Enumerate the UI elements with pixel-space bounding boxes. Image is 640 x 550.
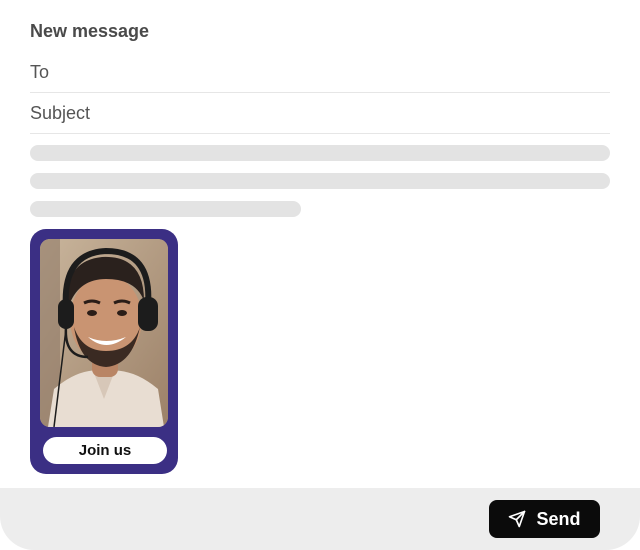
join-us-button[interactable]: Join us <box>43 437 167 464</box>
compose-title: New message <box>30 21 150 41</box>
send-button[interactable]: Send <box>489 500 600 538</box>
compose-footer: Send <box>0 488 640 550</box>
subject-field[interactable] <box>30 93 610 134</box>
to-input[interactable] <box>30 52 610 92</box>
promo-card: Join us <box>30 229 178 474</box>
paper-plane-icon <box>508 510 526 528</box>
subject-input[interactable] <box>30 93 610 133</box>
body-placeholder-line <box>30 145 610 161</box>
promo-photo <box>40 239 168 427</box>
compose-window: New message To Subject Join us Send <box>0 0 640 550</box>
person-image <box>40 239 168 427</box>
to-field[interactable] <box>30 52 610 93</box>
body-placeholder-line <box>30 201 301 217</box>
send-label: Send <box>536 508 581 529</box>
body-placeholder-line <box>30 173 610 189</box>
